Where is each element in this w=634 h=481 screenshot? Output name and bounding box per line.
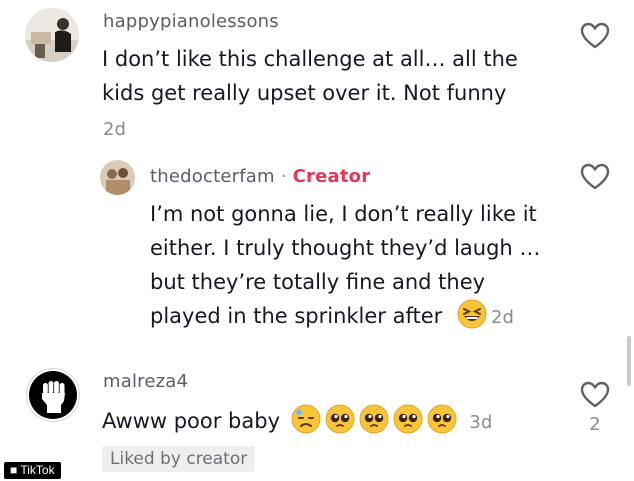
reply-text-line: I’m not gonna lie, I don’t really like i…: [150, 202, 537, 226]
reply-timestamp: 2d: [491, 307, 514, 328]
liked-by-creator-badge: Liked by creator: [102, 446, 256, 472]
comment-text: I don’t like this challenge at all… all …: [102, 42, 518, 110]
pleading-face-emoji: [325, 404, 355, 434]
avatar[interactable]: [26, 368, 80, 422]
like-count: 2: [589, 414, 601, 435]
scrollbar[interactable]: [627, 336, 631, 386]
comment-text-row: Awww poor baby 3d: [102, 404, 492, 440]
reply-text-line-last: played in the sprinkler after 2d: [150, 299, 540, 335]
separator-dot: ·: [280, 166, 287, 187]
reply-username-row: thedocterfam · Creator: [150, 166, 370, 187]
reply-text-line: but they’re totally fine and they: [150, 270, 486, 294]
pleading-face-emoji: [359, 404, 389, 434]
raised-fist-icon: [29, 371, 77, 419]
reply-text-line: played in the sprinkler after: [150, 304, 443, 328]
comment-timestamp: 2d: [103, 119, 126, 140]
pleading-face-emoji: [393, 404, 423, 434]
comment-text-line: I don’t like this challenge at all… all …: [102, 47, 518, 71]
heart-outline-icon[interactable]: [580, 22, 610, 50]
comment-timestamp: 3d: [469, 412, 493, 433]
pleading-face-emoji: [427, 404, 457, 434]
reply-text-line: either. I truly thought they’d laugh …: [150, 236, 541, 260]
tiktok-watermark: ■ TikTok: [4, 462, 61, 479]
heart-outline-icon[interactable]: [580, 163, 610, 191]
grinning-squinting-emoji: [457, 299, 487, 329]
comment-text: Awww poor baby: [102, 409, 281, 433]
comment-username[interactable]: happypianolessons: [103, 11, 279, 32]
reply-text: I’m not gonna lie, I don’t really like i…: [150, 197, 540, 335]
creator-badge: Creator: [292, 166, 371, 187]
reply-username[interactable]: thedocterfam: [150, 166, 275, 187]
avatar[interactable]: [25, 8, 79, 62]
downcast-sweat-emoji: [291, 404, 321, 434]
heart-outline-icon[interactable]: [580, 381, 610, 409]
avatar[interactable]: [100, 160, 135, 195]
comment-username[interactable]: malreza4: [103, 371, 188, 392]
comment-text-line: kids get really upset over it. Not funny: [102, 81, 507, 105]
